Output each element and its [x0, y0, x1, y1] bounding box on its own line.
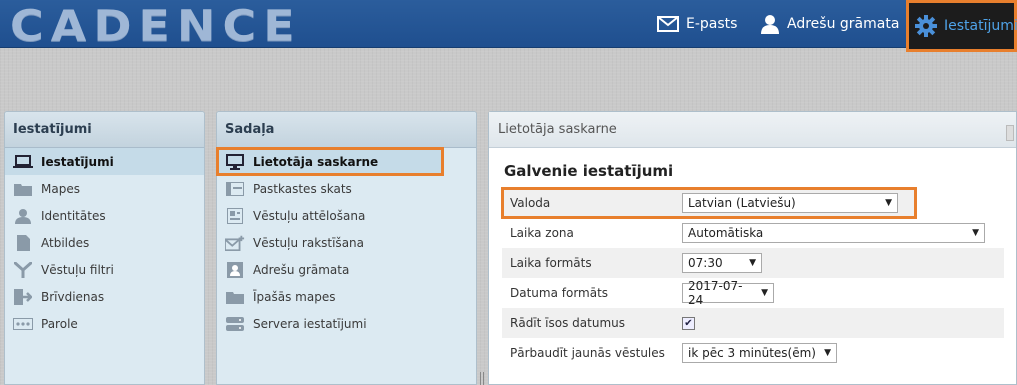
nav-email-label: E-pasts — [686, 16, 738, 32]
settings-item-mapes[interactable]: Mapes — [5, 175, 204, 202]
nav-addressbook-label: Adrešu grāmata — [787, 16, 900, 32]
nav-settings-label: Iestatījumi — [944, 18, 1017, 34]
section-item-label: Adrešu grāmata — [253, 262, 350, 277]
time-format-row: Laika formāts 07:30 ▼ — [502, 248, 1004, 278]
settings-panel: Iestatījumi Iestatījumi Mapes Identitāte… — [4, 111, 205, 385]
checkmark-icon: ✔ — [684, 317, 693, 329]
section-item-vestulu-attelosana[interactable]: Vēstuļu attēlošana — [217, 202, 476, 229]
settings-panel-title: Iestatījumi — [5, 112, 204, 148]
password-icon — [13, 316, 33, 332]
check-mail-label: Pārbaudīt jaunās vēstules — [510, 346, 665, 360]
chevron-down-icon: ▼ — [761, 288, 768, 298]
envelope-icon — [657, 16, 679, 32]
settings-item-label: Parole — [41, 316, 78, 331]
chevron-down-icon: ▼ — [824, 348, 831, 358]
date-format-row: Datuma formāts 2017-07-24 ▼ — [502, 278, 1004, 308]
panel-splitter[interactable] — [480, 372, 486, 385]
cadence-logo[interactable]: CADENCE — [10, 5, 302, 47]
settings-item-label: Brīvdienas — [41, 289, 105, 304]
language-row: Valoda Latvian (Latviešu) ▼ — [501, 187, 917, 219]
chevron-down-icon: ▼ — [749, 258, 756, 268]
settings-item-iestatijumi[interactable]: Iestatījumi — [5, 148, 204, 175]
check-mail-select[interactable]: ik pēc 3 minūtes(ēm) ▼ — [682, 343, 837, 363]
nav-settings[interactable]: Iestatījumi — [906, 0, 1017, 52]
addressbook-icon — [225, 261, 245, 278]
time-format-value: 07:30 — [688, 256, 723, 270]
user-icon — [13, 208, 33, 224]
preferences-panel-title: Lietotāja saskarne — [489, 112, 1016, 148]
laptop-icon — [13, 154, 33, 170]
nav-email[interactable]: E-pasts — [657, 0, 737, 48]
time-format-select[interactable]: 07:30 ▼ — [682, 253, 762, 273]
message-display-icon — [225, 207, 245, 224]
settings-item-label: Vēstuļu filtri — [41, 262, 114, 277]
section-item-vestulu-rakstisana[interactable]: Vēstuļu rakstīšana — [217, 229, 476, 256]
settings-item-parole[interactable]: Parole — [5, 310, 204, 337]
section-item-ipasas-mapes[interactable]: Īpašās mapes — [217, 283, 476, 310]
settings-item-label: Identitātes — [41, 208, 106, 223]
timezone-row: Laika zona Automātiska ▼ — [502, 218, 1004, 248]
language-label: Valoda — [510, 196, 551, 210]
section-item-label: Pastkastes skats — [253, 181, 352, 196]
filter-icon — [13, 261, 33, 278]
timezone-label: Laika zona — [510, 226, 574, 240]
timezone-select[interactable]: Automātiska ▼ — [682, 223, 985, 243]
settings-item-identitates[interactable]: Identitātes — [5, 202, 204, 229]
nav-addressbook[interactable]: Adrešu grāmata — [760, 0, 899, 48]
settings-form: Valoda Latvian (Latviešu) ▼ Laika zona A… — [501, 187, 1004, 368]
exit-icon — [13, 288, 33, 305]
chevron-down-icon: ▼ — [972, 228, 979, 238]
settings-item-filtri[interactable]: Vēstuļu filtri — [5, 256, 204, 283]
section-item-label: Lietotāja saskarne — [253, 154, 379, 169]
section-item-label: Servera iestatījumi — [253, 316, 367, 331]
section-item-servera-iestatijumi[interactable]: Servera iestatījumi — [217, 310, 476, 337]
monitor-icon — [225, 153, 245, 170]
special-folder-icon — [225, 289, 245, 305]
check-mail-value: ik pēc 3 minūtes(ēm) — [688, 346, 816, 360]
document-icon — [13, 234, 33, 251]
settings-item-label: Mapes — [41, 181, 80, 196]
section-item-label: Īpašās mapes — [253, 289, 336, 304]
folder-icon — [13, 181, 33, 197]
scrollbar[interactable] — [1006, 125, 1014, 141]
section-panel: Sadaļa Lietotāja saskarne Pastkastes ska… — [216, 111, 477, 385]
section-panel-title: Sadaļa — [217, 112, 476, 148]
preferences-panel: Lietotāja saskarne Galvenie iestatījumi … — [488, 111, 1017, 385]
short-dates-row: Rādīt īsos datumus ✔ — [502, 308, 1004, 338]
settings-item-label: Iestatījumi — [41, 154, 114, 169]
time-format-label: Laika formāts — [510, 256, 592, 270]
check-mail-row: Pārbaudīt jaunās vēstules ik pēc 3 minūt… — [502, 338, 1004, 368]
section-item-label: Vēstuļu attēlošana — [253, 208, 366, 223]
section-item-adresu-gramata[interactable]: Adrešu grāmata — [217, 256, 476, 283]
server-icon — [225, 316, 245, 332]
section-item-lietotaja-saskarne[interactable]: Lietotāja saskarne — [216, 147, 444, 176]
settings-item-brivdienas[interactable]: Brīvdienas — [5, 283, 204, 310]
short-dates-checkbox[interactable]: ✔ — [682, 316, 695, 330]
timezone-value: Automātiska — [688, 226, 764, 240]
app-header: CADENCE E-pasts Adrešu grāmata Iestatīju… — [0, 0, 1017, 52]
date-format-select[interactable]: 2017-07-24 ▼ — [682, 279, 774, 307]
person-icon — [760, 14, 780, 34]
settings-item-label: Atbildes — [41, 235, 90, 250]
language-value: Latvian (Latviešu) — [688, 196, 796, 210]
language-select[interactable]: Latvian (Latviešu) ▼ — [682, 193, 898, 213]
section-item-pastkastes-skats[interactable]: Pastkastes skats — [217, 175, 476, 202]
chevron-down-icon: ▼ — [885, 198, 892, 208]
mailbox-view-icon — [225, 181, 245, 197]
short-dates-label: Rādīt īsos datumus — [510, 316, 625, 330]
date-format-value: 2017-07-24 — [688, 279, 743, 307]
section-title: Galvenie iestatījumi — [504, 162, 674, 180]
settings-item-atbildes[interactable]: Atbildes — [5, 229, 204, 256]
date-format-label: Datuma formāts — [510, 286, 609, 300]
compose-icon — [225, 235, 245, 251]
section-item-label: Vēstuļu rakstīšana — [253, 235, 364, 250]
gear-icon — [915, 15, 937, 37]
